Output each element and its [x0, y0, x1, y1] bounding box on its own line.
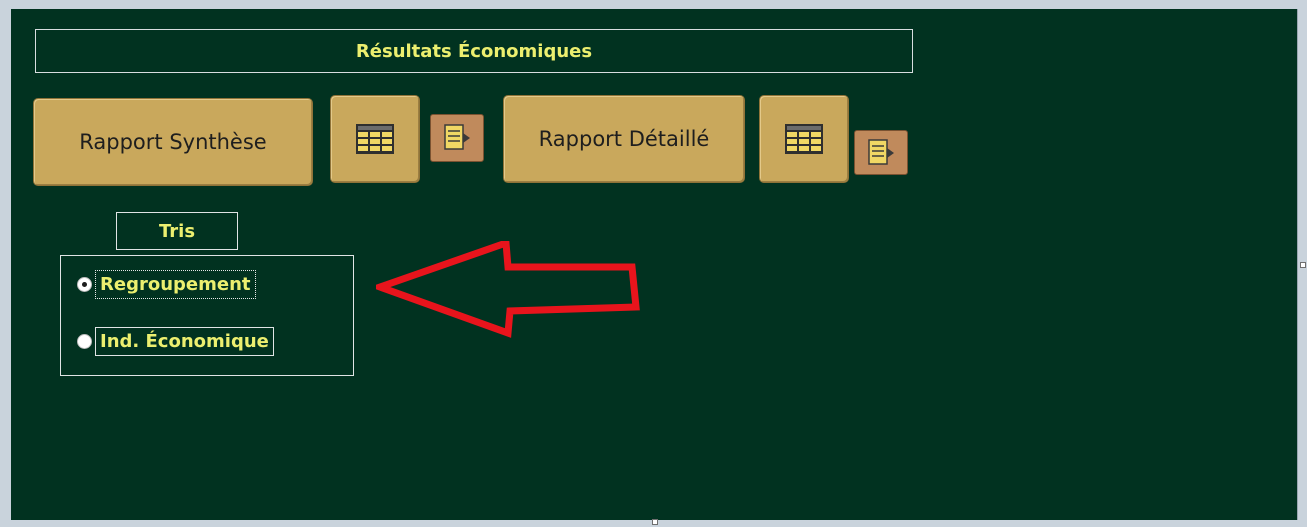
rapport-detaille-label: Rapport Détaillé — [538, 127, 710, 151]
sort-group-label-text: Tris — [158, 220, 196, 242]
detaille-export-button[interactable] — [854, 130, 908, 175]
export-report-icon — [868, 138, 894, 165]
sort-option-label-regroupement: Regroupement — [95, 270, 256, 299]
form-title-text: Résultats Économiques — [355, 40, 593, 62]
resize-handle-bottom[interactable] — [652, 519, 658, 525]
datasheet-icon — [356, 124, 394, 154]
detaille-preview-button[interactable] — [759, 95, 849, 183]
rapport-detaille-button[interactable]: Rapport Détaillé — [503, 95, 745, 183]
sort-option-ind-economique[interactable]: Ind. Économique — [77, 327, 274, 356]
rapport-synthese-label: Rapport Synthèse — [79, 130, 267, 154]
datasheet-icon — [785, 124, 823, 154]
radio-ind-economique[interactable] — [77, 334, 92, 349]
radio-regroupement[interactable] — [77, 277, 92, 292]
rapport-synthese-button[interactable]: Rapport Synthèse — [33, 98, 313, 186]
sort-option-label-ind-economique: Ind. Économique — [95, 327, 274, 356]
synthese-export-button[interactable] — [430, 114, 484, 162]
sort-group-label: Tris — [116, 212, 238, 250]
sort-option-group: Regroupement Ind. Économique — [60, 255, 354, 376]
resize-handle-right[interactable] — [1300, 262, 1306, 268]
annotation-arrow — [376, 241, 640, 338]
export-report-icon — [444, 124, 470, 150]
form-title: Résultats Économiques — [35, 29, 913, 73]
form-canvas: Résultats Économiques Rapport Synthèse R… — [11, 9, 1298, 520]
sort-option-regroupement[interactable]: Regroupement — [77, 270, 256, 299]
synthese-preview-button[interactable] — [330, 95, 420, 183]
